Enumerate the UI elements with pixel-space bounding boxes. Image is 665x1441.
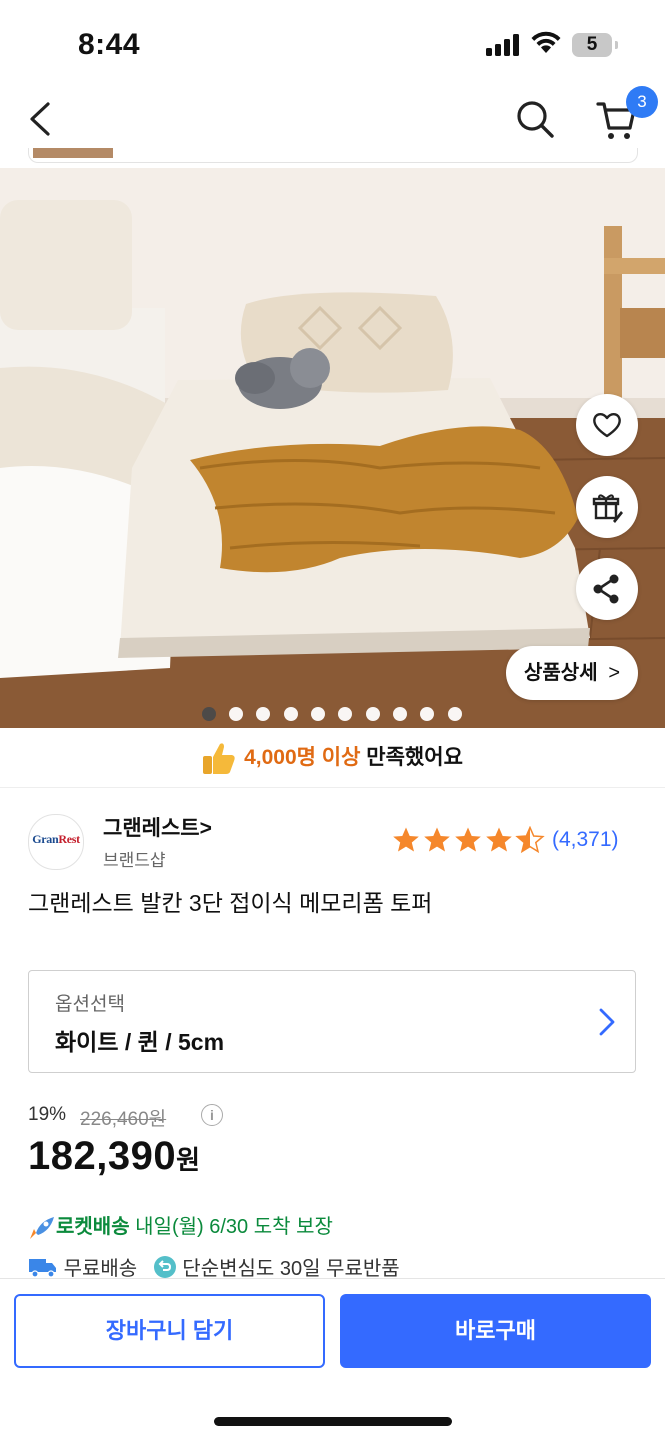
wifi-icon	[531, 31, 561, 53]
thumbnail-strip	[28, 148, 638, 163]
satisfaction-highlight: 4,000명 이상	[244, 746, 361, 769]
pagination-dot[interactable]	[420, 707, 434, 721]
product-detail-label: 상품상세	[524, 662, 598, 684]
battery-indicator: 5	[572, 33, 612, 57]
heart-icon	[593, 412, 621, 438]
pagination-dot[interactable]	[448, 707, 462, 721]
product-photo	[0, 168, 665, 728]
brand-logo-text: GranRest	[29, 832, 83, 847]
option-label: 옵션선택	[55, 994, 125, 1015]
star-icon	[455, 827, 481, 852]
discount-rate: 19%	[28, 1104, 67, 1125]
shipping-info: 무료배송 단순변심도 30일 무료반품	[28, 1252, 400, 1281]
cart-count-badge: 3	[626, 86, 658, 118]
satisfaction-text: 만족했어요	[360, 746, 463, 769]
brand-shop-subtitle: 브랜드샵	[103, 851, 166, 870]
rocket-delivery-date: 내일(월) 6/30 도착 보장	[129, 1216, 333, 1238]
pagination-dot[interactable]	[284, 707, 298, 721]
free-shipping-label: 무료배송	[63, 1258, 138, 1280]
back-arrow-icon[interactable]	[24, 100, 58, 138]
thumbs-up-icon	[203, 743, 235, 775]
section-divider	[0, 787, 665, 788]
share-icon	[593, 574, 619, 604]
sale-price-amount: 182,390	[28, 1134, 177, 1178]
star-icon	[424, 827, 450, 852]
rocket-delivery-info: 로켓배송 내일(월) 6/30 도착 보장	[28, 1210, 333, 1241]
cellular-signal-icon	[486, 34, 519, 56]
brand-logo-part-2: Rest	[58, 832, 80, 846]
rating-stars	[393, 826, 544, 853]
option-value: 화이트 / 퀸 / 5cm	[55, 1029, 225, 1055]
sale-price: 182,390원	[28, 1134, 201, 1179]
battery-tip	[615, 41, 618, 49]
share-button[interactable]	[576, 558, 638, 620]
search-icon[interactable]	[514, 98, 556, 140]
status-bar: 8:44 5	[0, 0, 665, 84]
status-time: 8:44	[78, 28, 141, 61]
buy-now-button[interactable]: 바로구매	[340, 1294, 651, 1368]
wishlist-button[interactable]	[576, 394, 638, 456]
rocket-icon	[30, 1216, 54, 1239]
truck-icon	[29, 1258, 56, 1278]
pagination-dot[interactable]	[393, 707, 407, 721]
free-return-label: 단순변심도 30일 무료반품	[182, 1258, 400, 1280]
brand-shop-link[interactable]: 그랜레스트>	[103, 812, 212, 842]
add-to-cart-button[interactable]: 장바구니 담기	[14, 1294, 325, 1368]
option-selector[interactable]: 옵션선택 화이트 / 퀸 / 5cm	[28, 970, 636, 1073]
chevron-right-icon	[599, 1008, 615, 1036]
return-icon	[153, 1255, 176, 1278]
pagination-dot[interactable]	[338, 707, 352, 721]
half-star-icon	[516, 826, 544, 853]
pagination-dot[interactable]	[311, 707, 325, 721]
brand-logo-part-1: Gran	[32, 832, 59, 846]
review-count-link[interactable]: (4,371)	[552, 828, 619, 852]
gift-button[interactable]	[576, 476, 638, 538]
top-nav-bar	[0, 84, 665, 154]
rocket-delivery-label: 로켓배송	[56, 1216, 130, 1238]
product-title: 그랜레스트 발칸 3단 접이식 메모리폼 토퍼	[28, 890, 433, 916]
price-info-icon[interactable]: i	[201, 1104, 223, 1126]
chevron-right-icon: >	[608, 662, 620, 684]
gift-icon	[592, 494, 623, 523]
star-icon	[393, 827, 419, 852]
pagination-dot[interactable]	[256, 707, 270, 721]
original-price: 226,460원	[80, 1109, 167, 1130]
product-detail-button[interactable]: 상품상세 >	[506, 646, 638, 700]
brand-logo[interactable]: GranRest	[28, 814, 84, 870]
home-indicator[interactable]	[214, 1417, 452, 1426]
thumbnail-image[interactable]	[33, 148, 113, 158]
pagination-dot[interactable]	[202, 707, 216, 721]
bottom-action-bar: 장바구니 담기 바로구매	[0, 1278, 665, 1441]
pagination-dot[interactable]	[229, 707, 243, 721]
currency-unit: 원	[176, 1145, 201, 1175]
pagination-dot[interactable]	[366, 707, 380, 721]
product-image-gallery[interactable]: 상품상세 >	[0, 168, 665, 728]
satisfaction-banner: 4,000명 이상 만족했어요	[0, 735, 665, 781]
star-icon	[486, 827, 512, 852]
